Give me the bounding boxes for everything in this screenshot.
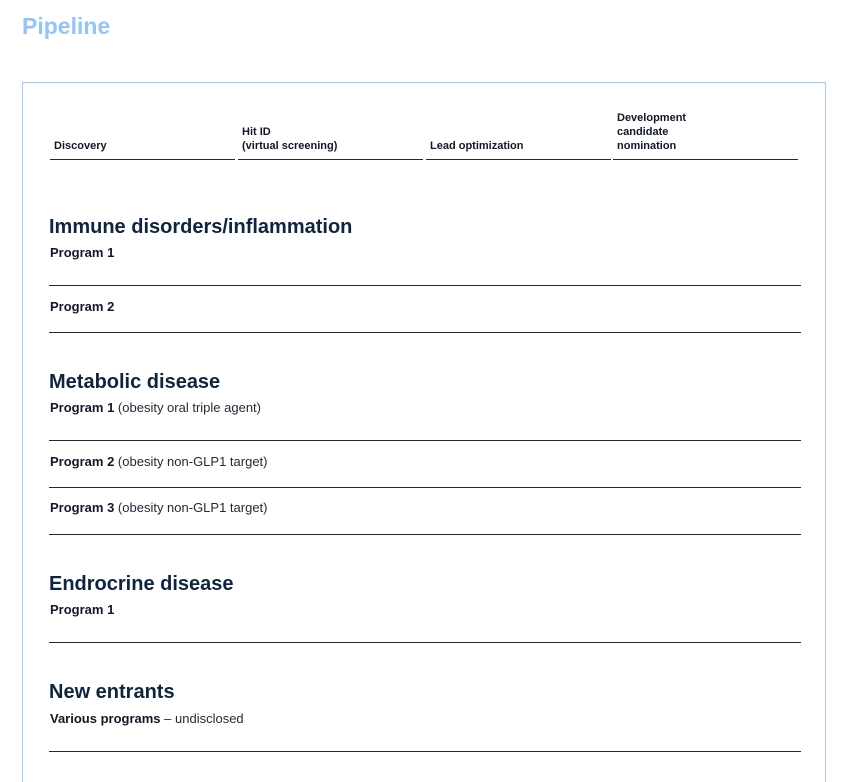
program-description: (obesity oral triple agent) — [114, 400, 261, 415]
page-title: Pipeline — [22, 13, 111, 39]
stage-label: Lead optimization — [430, 140, 524, 152]
program-text: Program 1 (obesity oral triple agent) — [50, 400, 261, 415]
program-text: Program 1 — [50, 602, 114, 617]
program-name: Program 2 — [50, 299, 115, 314]
pipeline-panel: Discovery Hit ID (virtual screening) Lea… — [22, 82, 826, 782]
program-text: Program 2 — [50, 299, 114, 314]
program-text: Program 1 — [50, 245, 114, 260]
stage-column-development-candidate: Development candidate nomination — [613, 111, 798, 160]
stage-header: Discovery Hit ID (virtual screening) Lea… — [50, 111, 800, 160]
section-immune: Immune disorders/inflammation Program 1 … — [49, 215, 801, 333]
program-text: Program 2 (obesity non-GLP1 target) — [50, 454, 268, 469]
section-title: Endrocrine disease — [49, 573, 234, 595]
program-row: Program 1 — [49, 239, 801, 286]
section-new-entrants: New entrants Various programs – undisclo… — [49, 680, 801, 752]
program-name: Program 1 — [50, 602, 115, 617]
section-metabolic: Metabolic disease Program 1 (obesity ora… — [49, 370, 801, 535]
program-row: Program 1 (obesity oral triple agent) — [49, 394, 801, 441]
stage-column-lead-optimization: Lead optimization — [426, 111, 611, 160]
stage-label: Hit ID (virtual screening) — [242, 126, 338, 152]
section-title: New entrants — [49, 681, 175, 703]
section-endocrine: Endrocrine disease Program 1 — [49, 572, 801, 643]
section-title: Metabolic disease — [49, 371, 221, 393]
program-description: – undisclosed — [160, 711, 244, 726]
program-row: Program 2 (obesity non-GLP1 target) — [49, 441, 801, 488]
program-row: Program 3 (obesity non-GLP1 target) — [49, 488, 801, 535]
stage-column-hit-id: Hit ID (virtual screening) — [238, 111, 423, 160]
program-row: Various programs – undisclosed — [49, 704, 801, 752]
program-text: Program 3 (obesity non-GLP1 target) — [50, 500, 268, 515]
program-name: Program 1 — [50, 245, 115, 260]
program-name: Program 3 — [50, 500, 115, 515]
stage-label: Development candidate nomination — [617, 112, 687, 152]
program-row: Program 2 — [49, 286, 801, 333]
program-name: Various programs — [50, 711, 161, 726]
stage-column-discovery: Discovery — [50, 111, 235, 160]
stage-label: Discovery — [54, 140, 107, 152]
program-name: Program 2 — [50, 454, 115, 469]
program-row: Program 1 — [49, 596, 801, 643]
program-description: (obesity non-GLP1 target) — [114, 500, 268, 515]
program-name: Program 1 — [50, 400, 115, 415]
program-description: (obesity non-GLP1 target) — [114, 454, 268, 469]
program-text: Various programs – undisclosed — [50, 711, 244, 726]
section-title: Immune disorders/inflammation — [49, 216, 353, 238]
